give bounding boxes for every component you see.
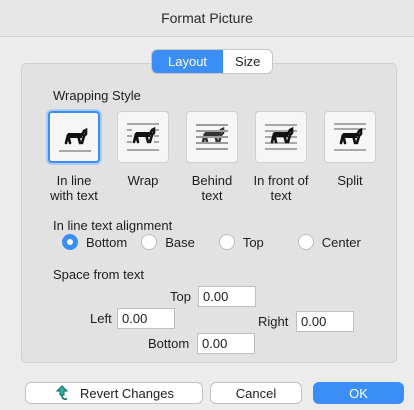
wrap-option-split-line1: Split [337, 173, 363, 188]
wrap-option-wrap[interactable]: Wrap [113, 111, 173, 188]
bottom-field[interactable]: 0.00 [197, 333, 255, 354]
window-title: Format Picture [0, 0, 414, 37]
split-icon[interactable] [324, 111, 376, 163]
tab-bar: Layout Size [151, 49, 274, 74]
wrap-option-behind[interactable]: Behind text [182, 111, 242, 203]
radio-center-label: Center [321, 234, 361, 250]
wrap-option-inline-line1: In line [56, 173, 92, 188]
top-field[interactable]: 0.00 [198, 286, 256, 307]
right-label: Right [258, 314, 289, 329]
top-label: Top [170, 289, 191, 304]
radio-bottom[interactable]: Bottom [62, 234, 127, 250]
radio-base-dot[interactable] [141, 234, 158, 250]
wrap-option-in-front[interactable]: In front of text [251, 111, 311, 203]
ok-button[interactable]: OK [313, 382, 404, 404]
wrap-option-in-front-line1: In front of [253, 173, 309, 188]
radio-base-label: Base [165, 234, 195, 250]
format-picture-dialog: Format Picture Wrapping Style In line wi… [0, 0, 414, 410]
radio-top[interactable]: Top [218, 234, 264, 250]
bottom-label: Bottom [148, 336, 190, 351]
spacing-heading: Space from text [53, 267, 145, 282]
revert-changes-label: Revert Changes [80, 386, 174, 401]
in-front-of-text-icon[interactable] [255, 111, 307, 163]
right-field[interactable]: 0.00 [296, 311, 354, 332]
tab-size[interactable]: Size [223, 50, 272, 73]
wrapping-style-heading: Wrapping Style [53, 88, 141, 103]
revert-icon [54, 385, 70, 408]
behind-text-icon[interactable] [186, 111, 238, 163]
radio-bottom-dot[interactable] [62, 234, 78, 250]
wrap-option-split[interactable]: Split [320, 111, 380, 188]
wrap-option-behind-line1: Behind [191, 173, 233, 188]
left-label: Left [90, 311, 112, 326]
radio-center[interactable]: Center [297, 234, 361, 250]
wrap-icon[interactable] [117, 111, 169, 163]
wrap-option-inline-line2: with text [50, 188, 98, 203]
revert-changes-button[interactable]: Revert Changes [25, 382, 203, 404]
radio-center-dot[interactable] [297, 234, 314, 250]
wrap-option-in-front-line2: text [270, 188, 292, 203]
alignment-heading: In line text alignment [53, 218, 173, 233]
wrap-option-inline[interactable]: In line with text [44, 111, 104, 203]
left-field[interactable]: 0.00 [117, 308, 175, 329]
tab-layout[interactable]: Layout [152, 50, 224, 73]
radio-top-label: Top [242, 234, 264, 250]
inline-icon[interactable] [48, 111, 100, 163]
cancel-button[interactable]: Cancel [210, 382, 302, 404]
wrap-option-behind-line2: text [201, 188, 223, 203]
radio-base[interactable]: Base [141, 234, 195, 250]
radio-top-dot[interactable] [218, 234, 235, 250]
radio-bottom-label: Bottom [86, 234, 128, 250]
wrap-option-wrap-line1: Wrap [127, 173, 159, 188]
alignment-radio-group: Bottom Base Top Center [62, 234, 361, 250]
